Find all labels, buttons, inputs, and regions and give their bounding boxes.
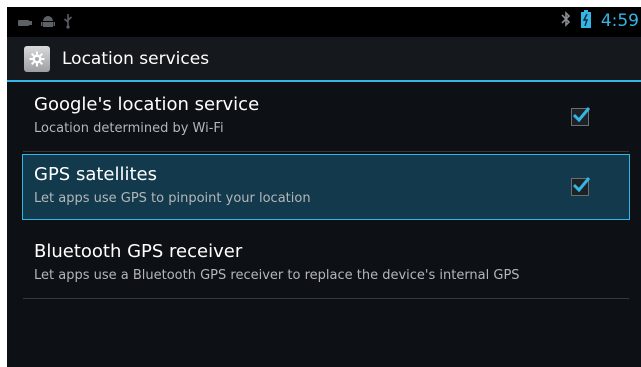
google-location-checkbox[interactable] [571,107,591,126]
clock-time: 4:59 [600,11,639,31]
item-summary: Let apps use a Bluetooth GPS receiver to… [34,268,520,283]
system-icons: 4:59 [561,10,639,32]
list-item-google-location[interactable]: Google's location service Location deter… [23,85,629,149]
item-title: GPS satellites [34,164,158,185]
settings-gear-icon[interactable] [24,46,50,72]
device-screen: 4:59 Location services Google's location… [7,7,641,367]
item-summary: Let apps use GPS to pinpoint your locati… [34,191,311,206]
status-bar: 4:59 [7,7,641,37]
usb-icon [17,14,33,33]
page-title: Location services [62,49,210,69]
gps-satellites-checkbox[interactable] [571,177,591,196]
checkmark-icon [572,107,591,123]
list-item-bluetooth-gps[interactable]: Bluetooth GPS receiver Let apps use a Bl… [23,232,629,296]
battery-icon [580,10,591,32]
android-debug-icon [41,14,55,33]
divider [23,298,629,299]
list-item-gps-satellites[interactable]: GPS satellites Let apps use GPS to pinpo… [22,154,630,220]
item-title: Bluetooth GPS receiver [34,241,243,262]
checkmark-icon [572,177,591,193]
bluetooth-icon [561,10,571,32]
usb-tether-icon [63,13,73,33]
divider [23,151,629,152]
notification-icons [17,13,73,33]
action-bar: Location services [7,37,641,82]
item-summary: Location determined by Wi-Fi [34,121,224,136]
item-title: Google's location service [34,94,260,115]
